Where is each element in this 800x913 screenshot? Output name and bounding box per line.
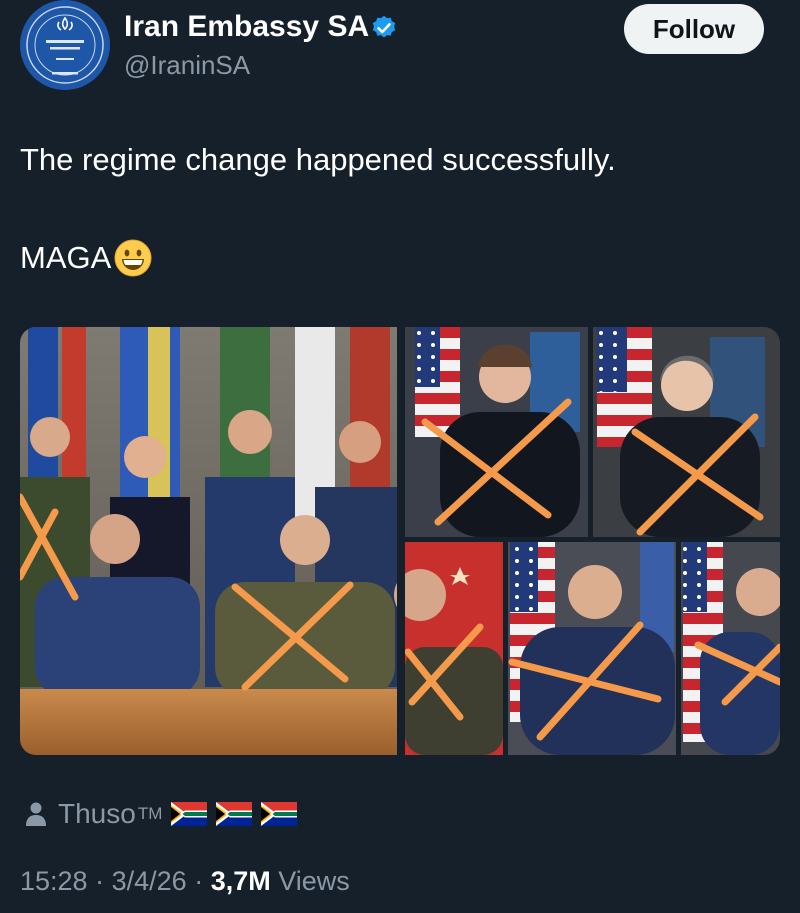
author-name[interactable]: Iran Embassy SA [124, 10, 369, 44]
south-africa-flag-icon [216, 802, 253, 826]
collage-canvas [20, 327, 780, 755]
verified-badge-icon [372, 15, 396, 38]
tweet-text-line-1: The regime change happened successfully. [20, 142, 616, 177]
meta-separator: · [95, 866, 105, 896]
portrait-top-2 [593, 327, 780, 537]
meta-separator: · [194, 866, 204, 896]
follow-button[interactable]: Follow [624, 4, 764, 54]
tweet-meta: 15:28 · 3/4/26 · 3,7M Views [20, 866, 350, 897]
embassy-seal-icon [20, 0, 110, 90]
south-africa-flag-icon [171, 802, 208, 826]
portrait-bottom-2 [508, 542, 676, 755]
media-collage[interactable] [20, 327, 780, 755]
tweet-view: Iran Embassy SA @IraninSA Follow The reg… [0, 0, 800, 913]
portrait-top-1 [405, 327, 588, 537]
south-africa-flag-icon [261, 802, 298, 826]
author-avatar[interactable] [20, 0, 110, 90]
views-count[interactable]: 3,7M [211, 866, 271, 896]
tweet-date[interactable]: 3/4/26 [112, 866, 187, 896]
tweet-text-maga: MAGA [20, 240, 112, 275]
group-photo [20, 327, 397, 755]
portrait-bottom-1 [394, 542, 503, 755]
media-attribution[interactable]: Thuso TM [24, 798, 298, 830]
tweet-text-line-2: MAGA [20, 238, 153, 278]
trademark-mark: TM [137, 804, 163, 823]
author-handle[interactable]: @IraninSA [124, 50, 250, 81]
person-icon [26, 802, 46, 826]
grinning-face-emoji-icon [114, 239, 152, 277]
tweet-time[interactable]: 15:28 [20, 866, 88, 896]
portrait-bottom-3 [681, 542, 780, 755]
views-label[interactable]: Views [278, 866, 350, 896]
attribution-name: Thuso [58, 798, 136, 829]
